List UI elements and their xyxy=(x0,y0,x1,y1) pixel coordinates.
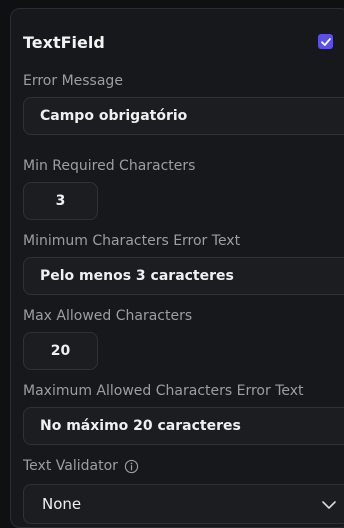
text-validator-select[interactable]: None xyxy=(23,484,344,524)
min-error-label: Minimum Characters Error Text xyxy=(23,233,241,249)
min-required-label: Min Required Characters xyxy=(23,158,196,174)
textfield-settings-panel: TextField Error Message Campo obrigatóri… xyxy=(10,8,344,528)
chevron-down-icon xyxy=(320,496,338,514)
max-allowed-input[interactable]: 20 xyxy=(23,332,98,370)
text-validator-label: Text Validator xyxy=(23,458,139,474)
check-icon xyxy=(320,37,331,46)
max-error-input[interactable]: No máximo 20 caracteres xyxy=(23,407,344,445)
error-message-input[interactable]: Campo obrigatório xyxy=(23,97,344,135)
error-message-label: Error Message xyxy=(23,73,123,89)
max-error-label: Maximum Allowed Characters Error Text xyxy=(23,383,304,399)
panel-title: TextField xyxy=(23,33,105,52)
max-allowed-label: Max Allowed Characters xyxy=(23,308,193,324)
enable-checkbox[interactable] xyxy=(318,34,333,49)
min-required-input[interactable]: 3 xyxy=(23,182,98,220)
min-error-input[interactable]: Pelo menos 3 caracteres xyxy=(23,257,344,295)
info-icon[interactable] xyxy=(124,459,139,474)
